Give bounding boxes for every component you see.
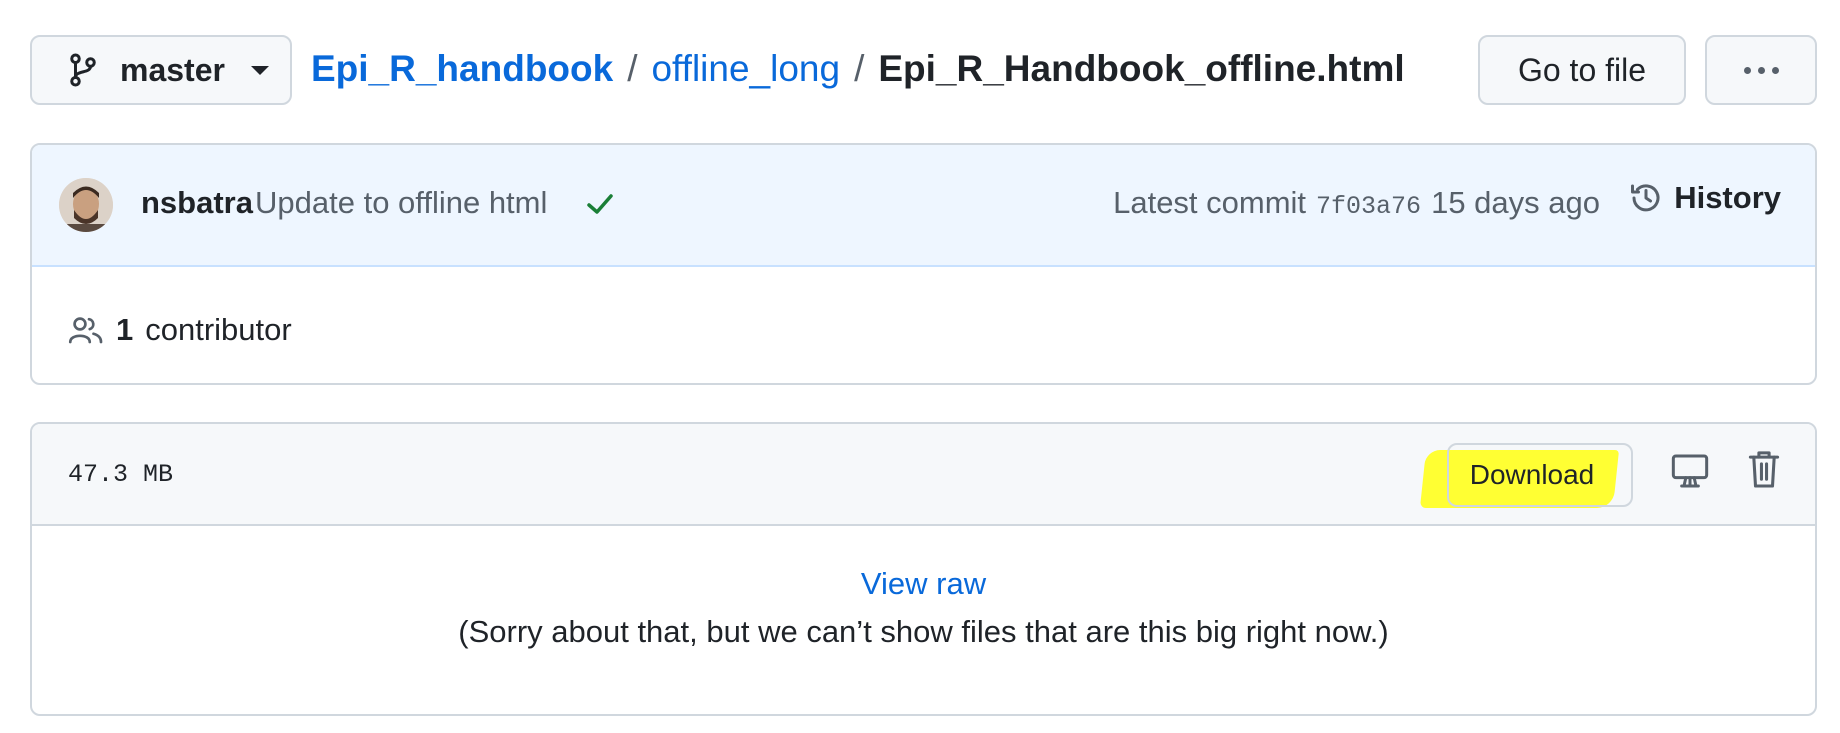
view-raw-link[interactable]: View raw [32,566,1815,602]
file-body: View raw (Sorry about that, but we can’t… [32,526,1815,714]
contributor-count: 1 [116,312,134,347]
download-button[interactable]: Download [1447,443,1633,507]
chevron-down-icon [250,65,269,75]
breadcrumb: Epi_R_handbook / offline_long / Epi_R_Ha… [311,48,1405,90]
download-label: Download [1469,459,1595,490]
git-branch-icon [70,53,96,87]
desktop-icon[interactable] [1670,450,1710,492]
latest-commit-label: Latest commit [1113,185,1307,220]
avatar[interactable] [59,178,113,232]
contributors-info[interactable]: 1 contributor [68,312,292,348]
commit-header: nsbatra Update to offline html Latest co… [32,145,1815,267]
breadcrumb-file-name: Epi_R_Handbook_offline.html [878,48,1405,89]
commit-message-link[interactable]: Update to offline html [255,185,547,221]
history-link[interactable]: History [1628,180,1781,216]
file-view-box: 47.3 MB Download View raw (Sorry about t… [30,422,1817,716]
trash-icon[interactable] [1747,448,1781,490]
more-options-button[interactable] [1705,35,1817,105]
branch-name: master [120,51,225,88]
file-too-big-message: (Sorry about that, but we can’t show fil… [458,614,1389,649]
file-size: 47.3 MB [68,460,174,489]
people-icon [68,317,103,344]
contributor-label: contributor [145,312,292,347]
branch-select-button[interactable]: master [30,35,292,105]
kebab-horizontal-icon [1743,66,1779,74]
check-icon[interactable] [585,191,615,217]
latest-commit-info: Latest commit 7f03a76 15 days ago [1113,185,1600,221]
commit-time: 15 days ago [1431,185,1600,220]
file-header: 47.3 MB Download [32,424,1815,526]
breadcrumb-folder-link[interactable]: offline_long [651,48,840,90]
commit-sha-link[interactable]: 7f03a76 [1316,192,1421,221]
breadcrumb-separator: / [627,48,638,89]
commit-author-link[interactable]: nsbatra [141,185,253,221]
breadcrumb-repo-link[interactable]: Epi_R_handbook [311,48,613,90]
latest-commit-box: nsbatra Update to offline html Latest co… [30,143,1817,385]
breadcrumb-separator: / [854,48,865,89]
go-to-file-button[interactable]: Go to file [1478,35,1686,105]
history-icon [1631,184,1660,212]
history-label: History [1674,180,1781,215]
avatar-image [59,178,113,232]
